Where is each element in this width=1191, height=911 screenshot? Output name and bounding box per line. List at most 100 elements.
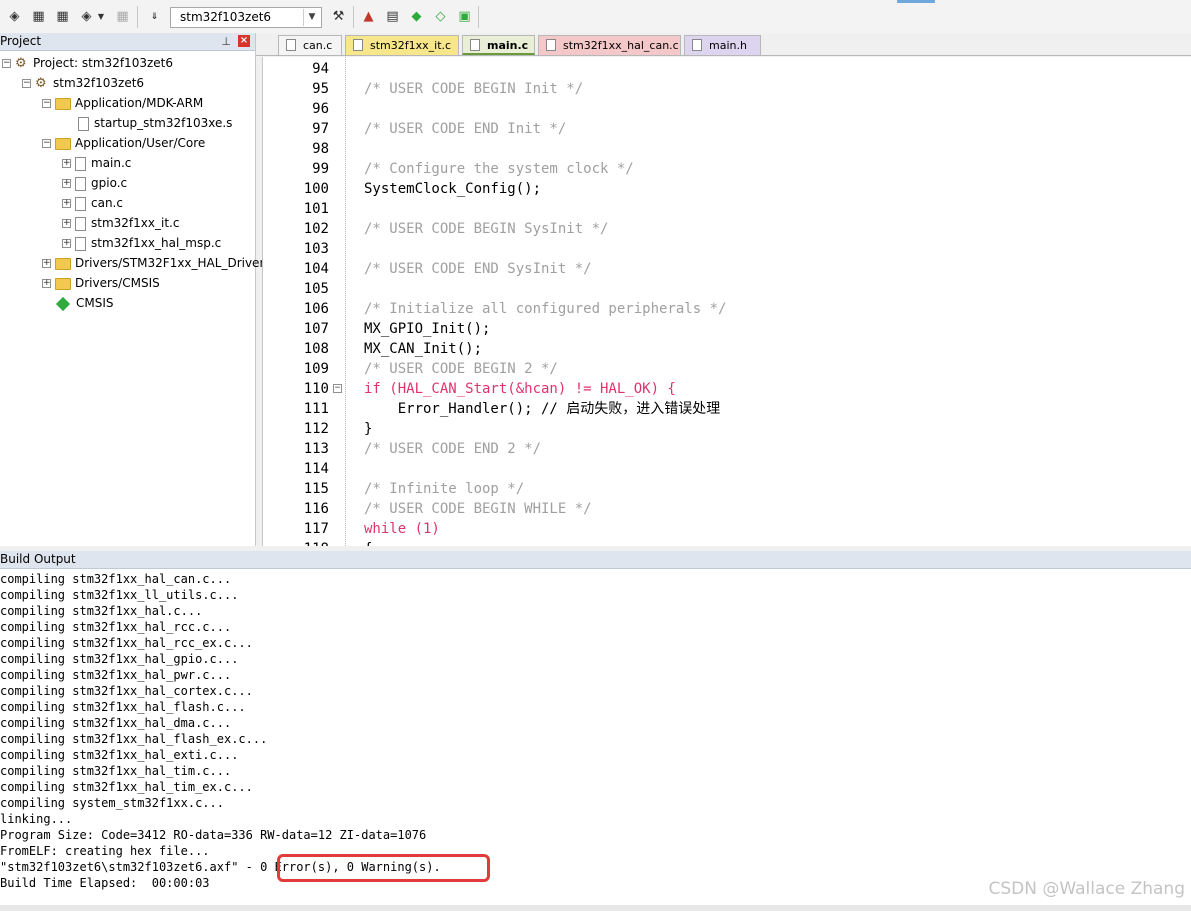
line-number: 102 bbox=[303, 221, 329, 237]
tree-item-cmsis[interactable]: CMSIS bbox=[55, 293, 114, 313]
tab-stm32f1xx-it-c[interactable]: stm32f1xx_it.c bbox=[345, 35, 459, 55]
collapse-icon[interactable]: − bbox=[42, 139, 51, 148]
fold-toggle-icon[interactable]: − bbox=[333, 384, 342, 393]
tree-item-label: Application/User/Core bbox=[75, 136, 206, 150]
expand-icon[interactable]: + bbox=[42, 259, 51, 268]
translate-icon[interactable]: ◈ bbox=[6, 8, 23, 25]
collapse-icon[interactable]: − bbox=[2, 59, 11, 68]
output-line: compiling stm32f1xx_hal_exti.c... bbox=[0, 748, 239, 762]
output-line: compiling stm32f1xx_hal_pwr.c... bbox=[0, 668, 232, 682]
tree-item-group[interactable]: − Application/MDK-ARM bbox=[42, 93, 203, 113]
file-icon bbox=[692, 39, 702, 51]
file-icon bbox=[75, 176, 86, 191]
line-number: 96 bbox=[312, 101, 329, 117]
tree-item-file[interactable]: + main.c bbox=[62, 153, 131, 173]
expand-icon[interactable]: + bbox=[62, 159, 71, 168]
line-number: 105 bbox=[303, 281, 329, 297]
collapse-icon[interactable]: − bbox=[42, 99, 51, 108]
target-select[interactable]: stm32f103zet6 ▼ bbox=[170, 7, 322, 28]
tree-item-target[interactable]: − ⚙ stm32f103zet6 bbox=[22, 73, 144, 93]
file-icon bbox=[470, 39, 480, 51]
tree-item-label: Project: stm32f103zet6 bbox=[33, 56, 173, 70]
expand-icon[interactable]: + bbox=[62, 239, 71, 248]
code-text: /* Infinite loop */ bbox=[364, 481, 525, 497]
pin-icon[interactable]: ⊥ bbox=[221, 33, 231, 50]
tab-main-c[interactable]: main.c bbox=[462, 35, 535, 55]
tab-main-h[interactable]: main.h bbox=[684, 35, 761, 55]
toolbar-separator bbox=[353, 6, 354, 28]
expand-icon[interactable]: + bbox=[62, 199, 71, 208]
tree-item-file[interactable]: + stm32f1xx_hal_msp.c bbox=[62, 233, 221, 253]
tree-item-file[interactable]: startup_stm32f103xe.s bbox=[78, 113, 232, 133]
line-number: 100 bbox=[303, 181, 329, 197]
tab-label: stm32f1xx_hal_can.c bbox=[563, 39, 679, 52]
expand-icon[interactable]: + bbox=[62, 179, 71, 188]
tab-can-c[interactable]: can.c bbox=[278, 35, 342, 55]
line-number: 106 bbox=[303, 301, 329, 317]
chevron-down-icon[interactable]: ▼ bbox=[303, 9, 320, 26]
target-select-value: stm32f103zet6 bbox=[180, 10, 272, 24]
tree-item-label: CMSIS bbox=[76, 296, 114, 310]
line-number: 95 bbox=[312, 81, 329, 97]
collapse-icon[interactable]: − bbox=[22, 79, 31, 88]
select-packs-icon[interactable]: ◇ bbox=[432, 8, 449, 25]
tree-item-file[interactable]: + can.c bbox=[62, 193, 123, 213]
pack-installer-icon[interactable]: ◆ bbox=[408, 8, 425, 25]
toolbar: ◈ ▦ ▦ ◈ ▼ ▦ ⇓ stm32f103zet6 ▼ ⚒ ▲ ▤ ◆ ◇ … bbox=[0, 0, 1191, 34]
tree-item-group[interactable]: − Application/User/Core bbox=[42, 133, 205, 153]
tree-item-file[interactable]: + gpio.c bbox=[62, 173, 127, 193]
output-line: compiling stm32f1xx_hal_flash.c... bbox=[0, 700, 246, 714]
expand-icon[interactable]: + bbox=[62, 219, 71, 228]
output-line: compiling stm32f1xx_ll_utils.c... bbox=[0, 588, 239, 602]
dropdown-arrow-icon[interactable]: ▼ bbox=[96, 8, 106, 25]
toolbar-accent bbox=[897, 0, 935, 3]
line-number: 103 bbox=[303, 241, 329, 257]
code-text: /* USER CODE BEGIN Init */ bbox=[364, 81, 584, 97]
build-icon[interactable]: ▦ bbox=[30, 8, 47, 25]
tree-item-group[interactable]: + Drivers/CMSIS bbox=[42, 273, 160, 293]
rebuild-icon[interactable]: ▦ bbox=[54, 8, 71, 25]
tree-item-label: Drivers/CMSIS bbox=[75, 276, 160, 290]
target-icon: ⚙ bbox=[35, 75, 47, 91]
tree-item-group[interactable]: + Drivers/STM32F1xx_HAL_Driver bbox=[42, 253, 264, 273]
build-output-panel[interactable]: compiling stm32f1xx_hal_can.c... compili… bbox=[0, 569, 1191, 905]
file-icon bbox=[75, 216, 86, 231]
output-line: compiling stm32f1xx_hal_tim.c... bbox=[0, 764, 232, 778]
manage-components-icon[interactable]: ▲ bbox=[360, 8, 377, 25]
output-line: Program Size: Code=3412 RO-data=336 RW-d… bbox=[0, 828, 427, 842]
file-icon bbox=[353, 39, 363, 51]
line-number: 107 bbox=[303, 321, 329, 337]
file-extensions-icon[interactable]: ▤ bbox=[384, 8, 401, 25]
manage-rte-icon[interactable]: ▣ bbox=[456, 8, 473, 25]
code-text: /* Configure the system clock */ bbox=[364, 161, 634, 177]
line-number: 116 bbox=[303, 501, 329, 517]
file-icon bbox=[546, 39, 556, 51]
project-icon: ⚙ bbox=[15, 55, 27, 71]
tab-label: main.c bbox=[487, 39, 529, 52]
tree-item-label: Drivers/STM32F1xx_HAL_Driver bbox=[75, 256, 265, 270]
code-text: /* USER CODE END Init */ bbox=[364, 121, 567, 137]
tab-stm32f1xx-hal-can-c[interactable]: stm32f1xx_hal_can.c bbox=[538, 35, 681, 55]
close-icon[interactable]: × bbox=[238, 35, 250, 47]
line-number: 112 bbox=[303, 421, 329, 437]
code-text: { bbox=[364, 539, 372, 546]
tree-item-file[interactable]: + stm32f1xx_it.c bbox=[62, 213, 179, 233]
stop-build-icon[interactable]: ▦ bbox=[114, 8, 131, 25]
line-number: 115 bbox=[303, 481, 329, 497]
output-line: compiling stm32f1xx_hal_flash_ex.c... bbox=[0, 732, 268, 746]
tree-item-label: main.c bbox=[91, 156, 132, 170]
status-strip bbox=[0, 905, 1191, 911]
expand-icon[interactable]: + bbox=[42, 279, 51, 288]
file-icon bbox=[75, 156, 86, 171]
load-icon[interactable]: ⇓ bbox=[146, 8, 163, 25]
line-number: 110 bbox=[303, 381, 329, 397]
code-text: MX_GPIO_Init(); bbox=[364, 321, 491, 337]
tree-item-project[interactable]: − ⚙ Project: stm32f103zet6 bbox=[2, 53, 173, 73]
folder-icon bbox=[55, 277, 71, 290]
batch-build-icon[interactable]: ◈ bbox=[78, 8, 95, 25]
output-line: compiling stm32f1xx_hal_can.c... bbox=[0, 572, 232, 586]
code-editor[interactable]: 94 95 /* USER CODE BEGIN Init */ 96 97 /* … bbox=[262, 57, 1191, 546]
line-number: 98 bbox=[312, 141, 329, 157]
options-for-target-icon[interactable]: ⚒ bbox=[330, 8, 347, 25]
tree-item-label: Application/MDK-ARM bbox=[75, 96, 204, 110]
